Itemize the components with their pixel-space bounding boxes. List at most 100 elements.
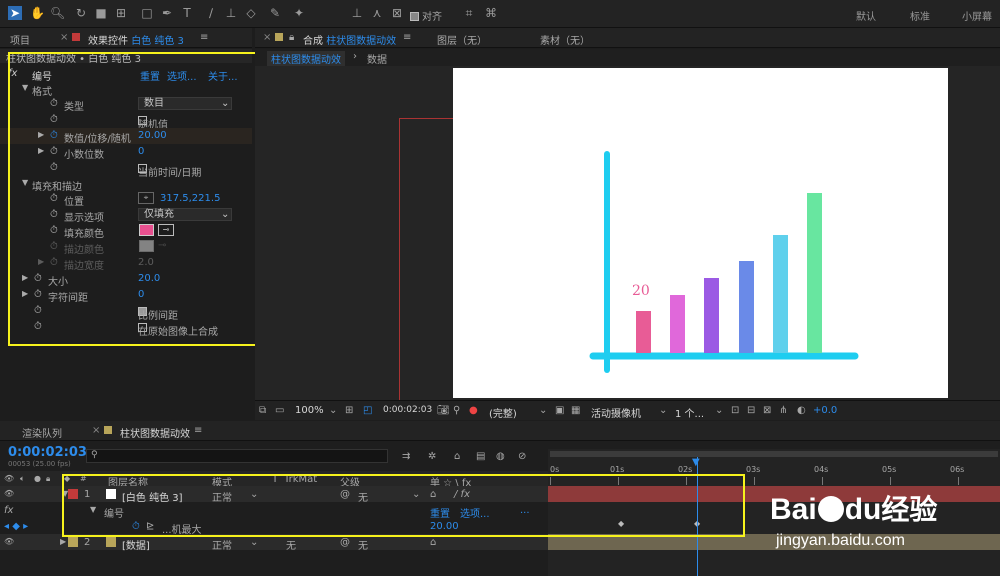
workspace-default[interactable]: 默认 [856, 8, 876, 23]
playhead-handle-icon[interactable]: ▼ [692, 457, 700, 468]
clone-stamp-tool-icon[interactable]: ⊥ [224, 6, 238, 20]
comp-icon [106, 537, 116, 547]
zoom-dropdown[interactable]: 100% [295, 405, 324, 416]
network-icon[interactable]: ⋔ [779, 405, 787, 416]
tab-footage[interactable]: 素材（无） [540, 32, 590, 47]
motion-blur-icon[interactable]: ◍ [496, 451, 505, 462]
frame-blend-icon[interactable]: ▤ [476, 451, 485, 462]
tab-project[interactable]: 项目 [10, 32, 30, 47]
chevron-down-icon: ⌄ [250, 537, 259, 548]
expand-triangle-icon[interactable]: ▶ [60, 537, 66, 546]
audio-icon: 🔈︎ [20, 474, 25, 483]
snap-icon[interactable]: ⌗ [462, 6, 476, 20]
roto-brush-tool-icon[interactable]: ✎ [268, 6, 282, 20]
visibility-icon[interactable]: 👁︎ [4, 489, 14, 498]
flowchart-icon[interactable]: ⊠ [763, 405, 771, 416]
bar-value-label: 20 [632, 283, 650, 299]
pan-behind-tool-icon[interactable]: ⊞ [114, 6, 128, 20]
timeline-timecode[interactable]: 0:00:02:03 [8, 445, 87, 460]
monitor-icon[interactable]: ▭ [275, 405, 284, 416]
type-tool-icon[interactable]: T [180, 6, 194, 20]
keyframe-nav-icon[interactable]: ◂ ◆ ▸ [4, 521, 28, 532]
layer-color-swatch [72, 33, 80, 41]
tab-render-queue[interactable]: 渲染队列 [22, 425, 62, 440]
eye-icon: 👁︎ [4, 474, 15, 483]
pickwhip-icon[interactable]: @ [340, 537, 350, 548]
view-axis-icon[interactable]: ⊠ [390, 6, 404, 20]
ruler-tick-label: 03s [746, 465, 761, 474]
work-area-bar[interactable] [550, 451, 998, 457]
ruler-tick-label: 06s [950, 465, 965, 474]
layer-outline [399, 118, 453, 400]
eraser-tool-icon[interactable]: ◇ [244, 6, 258, 20]
visibility-icon[interactable]: 👁︎ [4, 537, 14, 546]
workspace-small-screen[interactable]: 小屏幕 [962, 8, 992, 23]
comp-flowchart-icon[interactable]: ✲ [428, 451, 436, 462]
tab-composition[interactable]: 合成 柱状图数据动效 [303, 32, 396, 47]
snap-option-icon[interactable]: ⌘ [484, 6, 498, 20]
search-input[interactable]: ⚲ [86, 449, 388, 463]
transparency-grid-icon[interactable]: ▦ [571, 405, 580, 416]
ruler-tick [958, 477, 959, 485]
lock-icon[interactable]: 🔒︎ [289, 32, 294, 43]
preview-icon[interactable]: ⧉ [259, 405, 266, 416]
roi-icon[interactable]: ▣ [555, 405, 564, 416]
ruler-tick [754, 477, 755, 485]
chart-bar [704, 278, 719, 353]
exposure-value[interactable]: +0.0 [813, 405, 837, 416]
panel-menu-icon[interactable]: ≡ [194, 425, 202, 436]
layer-name[interactable]: [数据] [122, 537, 150, 552]
show-snapshot-icon[interactable]: ⚲ [453, 405, 460, 416]
tab-timeline-comp[interactable]: 柱状图数据动效 [120, 425, 190, 440]
trkmat-dropdown[interactable]: 无 [286, 537, 296, 552]
color-channel-icon[interactable]: ● [469, 405, 478, 416]
grid-icon[interactable]: ⊞ [345, 405, 353, 416]
exposure-icon[interactable]: ◐ [797, 405, 806, 416]
close-icon[interactable]: × [263, 32, 271, 43]
sub-tab-data[interactable]: 数据 [367, 51, 387, 66]
panel-menu-icon[interactable]: ≡ [403, 32, 411, 43]
world-axis-icon[interactable]: ⋏ [370, 6, 384, 20]
graph-editor-icon[interactable]: ⊘ [518, 451, 526, 462]
pen-tool-icon[interactable]: ✒ [160, 6, 174, 20]
panel-menu-icon[interactable]: ≡ [200, 32, 208, 43]
puppet-tool-icon[interactable]: ✦ [292, 6, 306, 20]
comp-panel-tabs: × 🔒︎ 合成 柱状图数据动效 ≡ 图层（无） 素材（无） [255, 28, 1000, 48]
close-icon[interactable]: × [92, 425, 100, 436]
ruler-tick [822, 477, 823, 485]
views-dropdown[interactable]: 1 个... [675, 405, 704, 420]
resolution-dropdown[interactable]: (完整) [489, 405, 517, 420]
zoom-tool-icon[interactable]: 🔍︎ [50, 6, 65, 20]
align-checkbox[interactable]: 对齐 [410, 8, 442, 23]
comp-canvas[interactable]: 20 [453, 68, 948, 398]
chevron-down-icon: ⌄ [329, 405, 338, 416]
rotate-tool-icon[interactable]: ↻ [74, 6, 88, 20]
rectangle-tool-icon[interactable]: □ [140, 6, 154, 20]
tab-layer[interactable]: 图层（无） [437, 32, 487, 47]
camera-tool-icon[interactable]: ■ [94, 6, 108, 20]
timecode-display[interactable]: 0:00:02:03 [383, 405, 432, 415]
brush-tool-icon[interactable]: ∕ [204, 6, 218, 20]
workspace-standard[interactable]: 标准 [910, 8, 930, 23]
fast-previews-icon[interactable]: ⊡ [731, 405, 739, 416]
layer-label-color[interactable] [68, 537, 78, 547]
shy-switch-icon[interactable]: ⌂ [430, 537, 436, 548]
mask-icon[interactable]: ◰ [363, 405, 372, 416]
highlight-box [62, 474, 745, 537]
close-icon[interactable]: × [60, 32, 68, 43]
selection-tool-icon[interactable]: ➤ [8, 6, 22, 20]
mode-dropdown[interactable]: 正常 [212, 537, 232, 552]
chart-bar [636, 311, 651, 353]
shy-icon[interactable]: ⌂ [454, 451, 460, 462]
snapshot-icon[interactable]: 📷︎ [437, 405, 450, 416]
parent-dropdown[interactable]: 无 [358, 537, 368, 552]
sub-tab-active[interactable]: 柱状图数据动效 [267, 51, 345, 66]
camera-dropdown[interactable]: 活动摄像机 [591, 405, 641, 420]
timeline-icon[interactable]: ⊟ [747, 405, 755, 416]
layer-number: 2 [84, 537, 91, 548]
draft-3d-icon[interactable]: ⇉ [402, 451, 410, 462]
axis-mode-icon[interactable]: ⊥ [350, 6, 364, 20]
hand-tool-icon[interactable]: ✋ [30, 6, 45, 20]
ruler-tick-label: 05s [882, 465, 897, 474]
tab-effect-controls[interactable]: 效果控件 白色 纯色 3 [88, 32, 184, 47]
